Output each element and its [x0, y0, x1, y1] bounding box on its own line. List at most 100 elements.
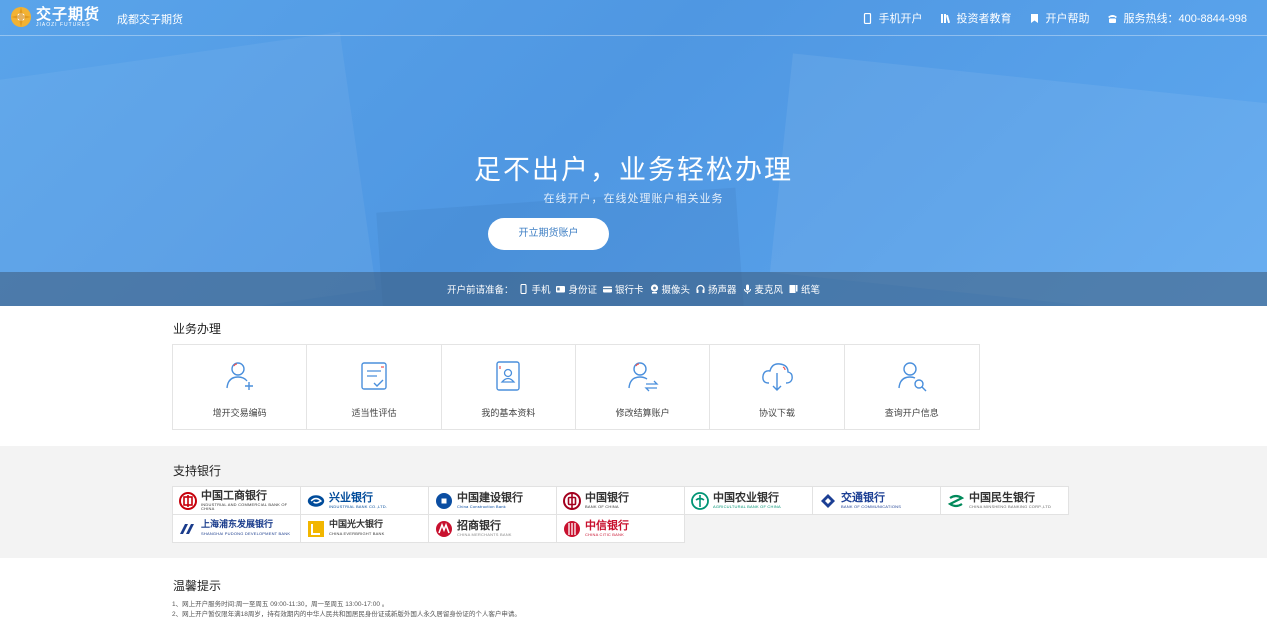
bank-ceb: 中国光大银行 CHINA EVERBRIGHT BANK — [300, 514, 429, 543]
bank-name-en: CHINA EVERBRIGHT BANK — [329, 531, 385, 536]
microphone-icon — [743, 284, 752, 294]
bookmark-icon — [1029, 13, 1040, 24]
cmbc-logo-icon — [947, 492, 965, 510]
open-account-button[interactable]: 开立期货账户 — [488, 218, 609, 250]
bank-ccb: 中国建设银行 China Construction Bank — [428, 486, 557, 515]
business-item-label: 增开交易编码 — [212, 408, 267, 418]
business-add-trading-code[interactable]: 增开交易编码 — [173, 345, 308, 429]
notebook-icon — [789, 284, 798, 294]
prep-item-label: 手机 — [531, 285, 551, 296]
nav-label: 手机开户 — [878, 13, 923, 25]
phone-icon — [1107, 13, 1118, 24]
bank-cmbc: 中国民生银行 CHINA MINSHENG BANKING CORP.,LTD — [940, 486, 1069, 515]
bank-name-en: INDUSTRIAL BANK CO.,LTD. — [329, 504, 388, 509]
business-item-label: 我的基本资料 — [481, 408, 536, 418]
bank-name-en: CHINA CITIC BANK — [585, 532, 624, 537]
logo-name: 交子期货 — [36, 4, 101, 23]
bank-name: 中国民生银行 — [969, 491, 1035, 504]
bank-name: 兴业银行 — [329, 491, 373, 504]
hero-subtitle: 在线开户，在线处理账户相关业务 — [543, 193, 724, 205]
bank-name-en: CHINA MINSHENG BANKING CORP.,LTD — [969, 504, 1052, 509]
prep-item-label: 扬声器 — [708, 285, 737, 296]
bank-cmb: 招商银行 CHINA MERCHANTS BANK — [428, 514, 557, 543]
tips-section-title: 温馨提示 — [173, 579, 222, 593]
bank-name-en: SHANGHAI PUDONG DEVELOPMENT BANK — [201, 531, 291, 536]
business-item-label: 适当性评估 — [351, 408, 397, 418]
prep-item-label: 身份证 — [568, 285, 597, 296]
bank-name-en: BANK OF CHINA — [585, 504, 619, 509]
bank-name-en: China Construction Bank — [457, 504, 506, 509]
business-item-label: 修改结算账户 — [615, 408, 670, 418]
bank-icbc: 中国工商银行 INDUSTRIAL AND COMMERCIAL BANK OF … — [172, 486, 301, 515]
bank-name: 交通银行 — [841, 491, 885, 504]
site-name[interactable]: 成都交子期货 — [117, 11, 183, 27]
business-suitability-assessment[interactable]: 适当性评估 — [307, 345, 442, 429]
bank-spdb: 上海浦东发展银行 SHANGHAI PUDONG DEVELOPMENT BANK — [172, 514, 301, 543]
prep-item-label: 纸笔 — [801, 285, 821, 296]
business-query-account-info[interactable]: 查询开户信息 — [845, 345, 979, 429]
abc-logo-icon — [691, 491, 709, 510]
preparation-bar: 开户前请准备： 手机 身份证 银行卡 摄像头 扬声器 麦克风 纸笔 — [0, 272, 1267, 306]
ccb-logo-icon — [435, 492, 453, 510]
business-item-label: 协议下载 — [758, 408, 795, 418]
prep-item: 麦克风 — [743, 282, 783, 296]
prep-label: 开户前请准备： — [446, 285, 514, 296]
boc-logo-icon — [563, 491, 581, 510]
prep-item: 身份证 — [556, 282, 597, 296]
cmb-logo-icon — [435, 520, 453, 538]
prep-item: 纸笔 — [789, 282, 820, 296]
bank-name-en: BANK OF COMMUNICATIONS — [841, 504, 902, 509]
top-nav: 手机开户 投资者教育 开户帮助 服务热线：400-8844-998 — [844, 10, 1247, 26]
nav-label: 投资者教育 — [956, 13, 1012, 25]
spdb-logo-icon — [179, 520, 197, 538]
logo[interactable]: 交子期货 JIAOZI FUTURES — [10, 6, 100, 28]
prep-item: 摄像头 — [650, 282, 691, 296]
hero-title: 足不出户，业务轻松办理 — [474, 155, 793, 185]
nav-service-hotline[interactable]: 服务热线：400-8844-998 — [1107, 10, 1247, 26]
logo-icon — [10, 6, 32, 28]
business-my-profile[interactable]: 我的基本资料 — [442, 345, 576, 429]
nav-account-help[interactable]: 开户帮助 — [1029, 10, 1089, 26]
bank-name-en: INDUSTRIAL AND COMMERCIAL BANK OF CHINA — [201, 502, 288, 511]
nav-investor-education[interactable]: 投资者教育 — [940, 10, 1011, 26]
business-agreement-download[interactable]: 协议下载 — [710, 345, 845, 429]
checklist-icon — [357, 359, 391, 393]
citic-logo-icon — [563, 520, 581, 538]
business-grid: 增开交易编码 适当性评估 我的基本资料 修改结算账户 协议下载 查询开户信息 — [172, 344, 980, 430]
business-change-settlement-account[interactable]: 修改结算账户 — [576, 345, 711, 429]
bank-name: 上海浦东发展银行 — [201, 520, 274, 530]
top-bar: 交子期货 JIAOZI FUTURES 成都交子期货 手机开户 投资者教育 开户… — [0, 0, 1267, 36]
prep-item: 扬声器 — [696, 282, 737, 296]
prep-item: 手机 — [519, 282, 550, 296]
id-card-icon — [556, 284, 566, 294]
logo-english: JIAOZI FUTURES — [36, 21, 91, 28]
prep-item: 银行卡 — [602, 282, 644, 296]
bank-abc: 中国农业银行 AGRICULTURAL BANK OF CHINA — [684, 486, 813, 515]
add-user-icon — [223, 359, 257, 393]
icbc-logo-icon — [179, 491, 197, 510]
bank-name: 中国建设银行 — [457, 491, 523, 504]
tips-list: 1、网上开户服务时间:周一至周五 09:00-11:30，周一至周五 13:00… — [172, 600, 521, 620]
hero-banner: 交子期货 JIAOZI FUTURES 成都交子期货 手机开户 投资者教育 开户… — [0, 0, 1267, 306]
nav-label: 开户帮助 — [1045, 13, 1090, 25]
nav-label: 服务热线：400-8844-998 — [1123, 13, 1247, 25]
business-item-label: 查询开户信息 — [884, 408, 939, 418]
user-search-icon — [895, 359, 929, 393]
camera-icon — [650, 284, 659, 294]
bank-name: 中国光大银行 — [329, 520, 384, 530]
cib-logo-icon — [307, 492, 325, 510]
tip-line: 1、网上开户服务时间:周一至周五 09:00-11:30，周一至周五 13:00… — [172, 601, 389, 608]
banks-section-title: 支持银行 — [173, 464, 222, 478]
prep-item-label: 摄像头 — [661, 285, 691, 296]
bank-name: 招商银行 — [457, 519, 501, 532]
user-exchange-icon — [626, 359, 660, 393]
tip-line: 2、网上开户暂仅限年满18周岁，持有效期内的中华人民共和国居民身份证或新版外国人… — [172, 611, 521, 618]
bank-name: 中国银行 — [585, 491, 629, 504]
prep-item-label: 银行卡 — [614, 285, 644, 296]
bank-cib: 兴业银行 INDUSTRIAL BANK CO.,LTD. — [300, 486, 429, 515]
bank-name: 中国工商银行 — [201, 489, 267, 502]
bank-name-en: CHINA MERCHANTS BANK — [457, 532, 512, 537]
books-icon — [940, 13, 951, 24]
nav-mobile-account[interactable]: 手机开户 — [862, 10, 922, 26]
ceb-logo-icon — [307, 520, 325, 538]
